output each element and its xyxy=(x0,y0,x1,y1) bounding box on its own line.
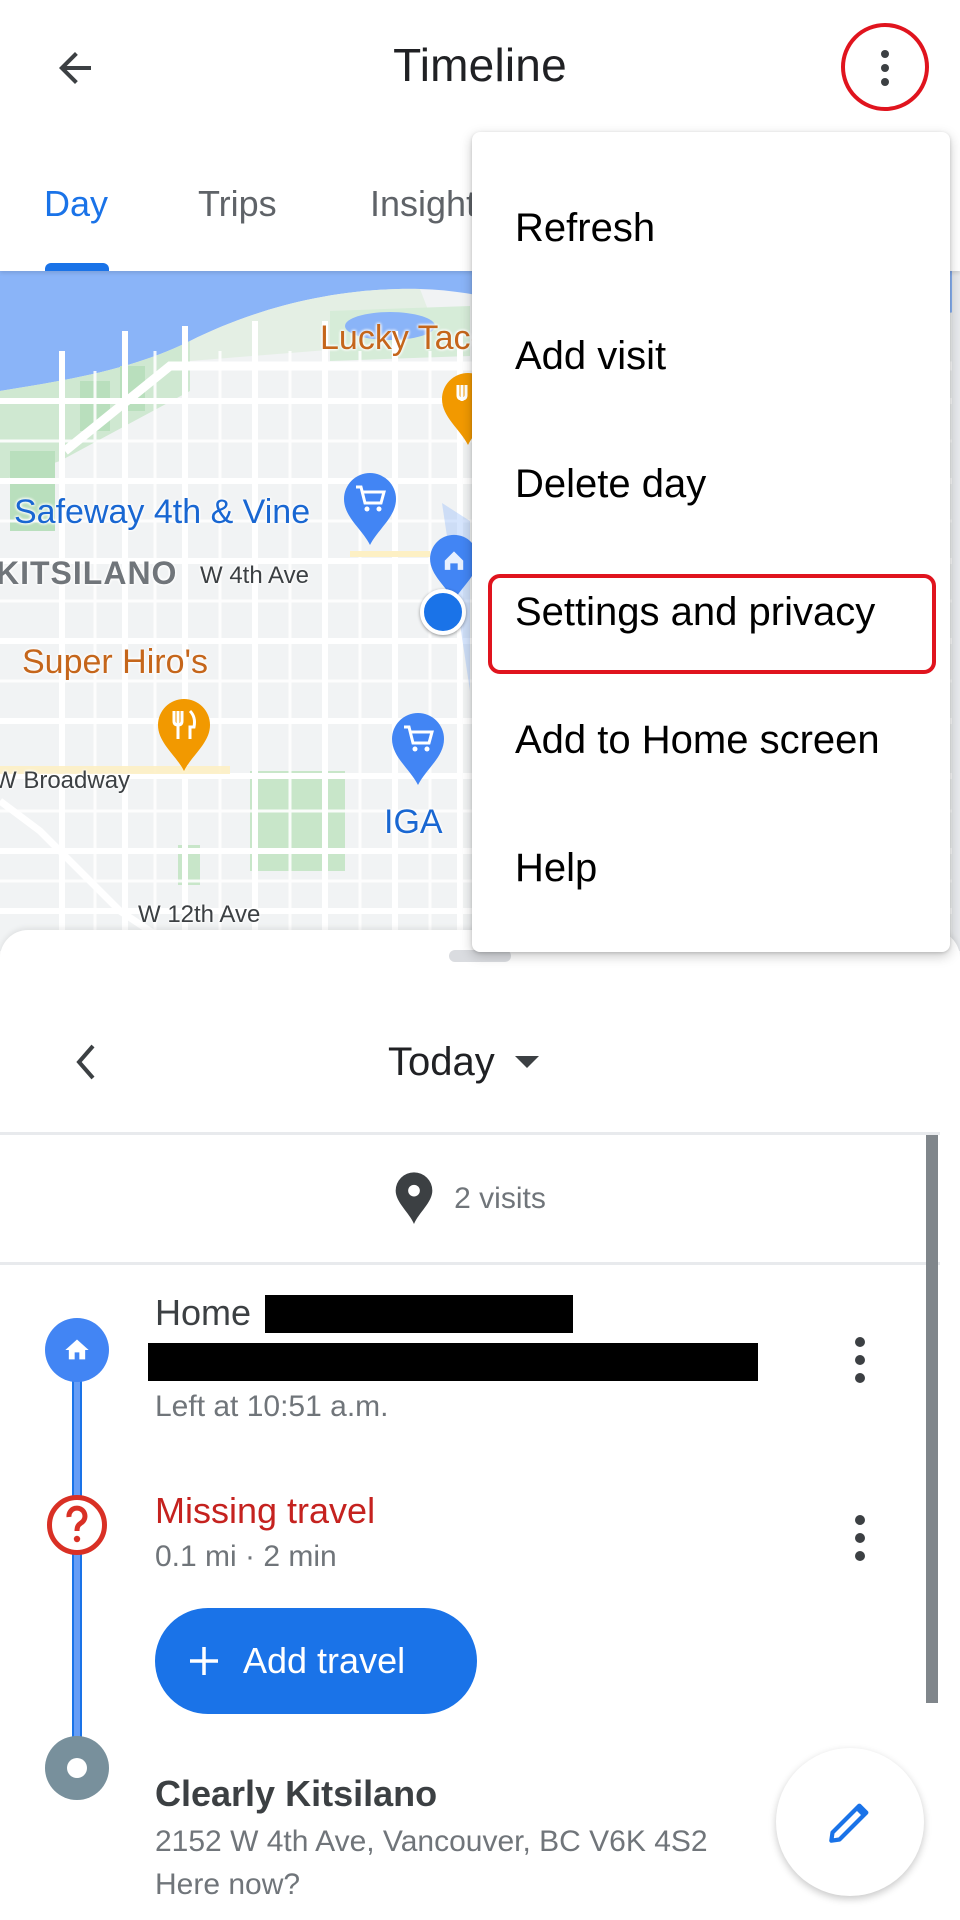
question-mark-icon xyxy=(66,1505,88,1543)
active-tab-indicator xyxy=(45,263,109,271)
menu-item-refresh[interactable]: Refresh xyxy=(472,164,950,292)
shopping-pin-icon[interactable] xyxy=(390,711,446,787)
map-label-iga[interactable]: IGA xyxy=(384,803,443,842)
home-node xyxy=(45,1318,109,1382)
map-label-neighborhood: KITSILANO xyxy=(0,555,178,591)
more-vert-icon xyxy=(881,50,889,86)
map-label-super-hiros[interactable]: Super Hiro's xyxy=(22,643,208,682)
home-entry-more-button[interactable] xyxy=(842,1328,878,1392)
visits-summary: 2 visits xyxy=(0,1135,940,1262)
menu-item-settings-and-privacy[interactable]: Settings and privacy xyxy=(472,548,950,676)
page-title: Timeline xyxy=(393,39,567,91)
selected-day-label: Today xyxy=(388,1039,495,1084)
dropdown-caret-icon xyxy=(514,1056,539,1068)
menu-item-add-visit[interactable]: Add visit xyxy=(472,292,950,420)
missing-travel-more-button[interactable] xyxy=(842,1506,878,1570)
map-label-safeway[interactable]: Safeway 4th & Vine xyxy=(14,493,310,532)
day-picker-dropdown[interactable]: Today xyxy=(388,1030,539,1094)
day-navigator: Today xyxy=(0,990,960,1132)
home-icon xyxy=(65,1339,89,1360)
chevron-left-icon xyxy=(76,1044,95,1080)
timeline-connector xyxy=(72,1360,82,1760)
place-entry-title[interactable]: Clearly Kitsilano xyxy=(155,1773,437,1815)
divider xyxy=(0,1262,940,1265)
map-label-lucky-taco[interactable]: Lucky Taco xyxy=(320,319,489,358)
menu-item-help[interactable]: Help xyxy=(472,804,950,932)
plus-icon xyxy=(190,1647,218,1675)
more-options-button[interactable] xyxy=(845,28,925,108)
home-entry-title[interactable]: Home xyxy=(155,1292,251,1334)
more-vert-icon xyxy=(855,1515,865,1525)
timeline-bottom-sheet: Today 2 visits Home Left at 10:51 a.m. M… xyxy=(0,930,960,1920)
visits-count: 2 visits xyxy=(454,1181,546,1215)
here-now-prompt[interactable]: Here now? xyxy=(155,1868,300,1902)
pencil-icon xyxy=(829,1803,869,1843)
map-label-w-12th-ave: W 12th Ave xyxy=(138,901,261,928)
missing-travel-node xyxy=(47,1495,107,1555)
more-vert-icon xyxy=(855,1337,865,1347)
tab-day[interactable]: Day xyxy=(44,183,108,225)
home-left-time: Left at 10:51 a.m. xyxy=(155,1390,389,1423)
current-place-node xyxy=(45,1736,109,1800)
missing-travel-detail: 0.1 mi · 2 min xyxy=(155,1540,337,1573)
menu-item-add-to-home-screen[interactable]: Add to Home screen xyxy=(472,676,950,804)
redacted-block xyxy=(265,1295,573,1333)
place-entry-address: 2152 W 4th Ave, Vancouver, BC V6K 4S2 xyxy=(155,1825,708,1858)
add-travel-label: Add travel xyxy=(243,1640,406,1681)
map-label-w-broadway: W Broadway xyxy=(0,767,131,794)
place-pin-icon xyxy=(395,1171,433,1224)
scrollbar[interactable] xyxy=(926,1135,938,1703)
edit-fab-button[interactable] xyxy=(776,1748,924,1896)
missing-travel-title[interactable]: Missing travel xyxy=(155,1490,375,1532)
map-label-w-4th-ave: W 4th Ave xyxy=(200,562,309,589)
current-location-dot xyxy=(420,589,466,635)
menu-item-delete-day[interactable]: Delete day xyxy=(472,420,950,548)
overflow-menu: Refresh Add visit Delete day Settings an… xyxy=(472,132,950,952)
add-travel-button[interactable]: Add travel xyxy=(155,1608,477,1714)
app-bar: Timeline xyxy=(0,0,960,135)
restaurant-pin-icon[interactable] xyxy=(156,697,212,773)
tab-trips[interactable]: Trips xyxy=(198,183,277,225)
shopping-pin-icon[interactable] xyxy=(342,471,398,547)
previous-day-button[interactable] xyxy=(58,1028,114,1096)
redacted-block xyxy=(148,1343,758,1381)
